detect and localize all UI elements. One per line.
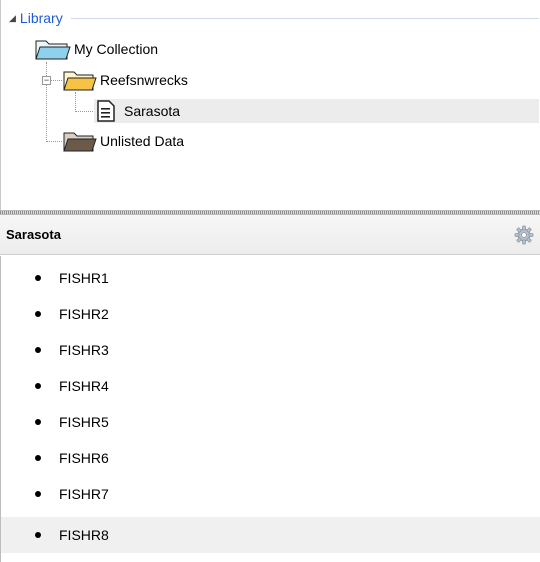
bullet-icon [35, 455, 41, 461]
list-item-label: FISHR1 [59, 270, 109, 286]
tree-item-label: My Collection [74, 41, 159, 57]
tree-item-reefsnwrecks[interactable]: Reefsnwrecks [63, 69, 188, 91]
list-item[interactable]: FISHR3 [1, 332, 540, 368]
bullet-icon [35, 419, 41, 425]
bullet-icon [35, 383, 41, 389]
details-header: Sarasota [0, 215, 540, 255]
list-item[interactable]: FISHR2 [1, 296, 540, 332]
list-item[interactable]: FISHR1 [1, 260, 540, 296]
tree-line [75, 111, 93, 112]
tree-item-unlisted-data[interactable]: Unlisted Data [63, 130, 184, 152]
list-item[interactable]: FISHR7 [1, 476, 540, 512]
gear-icon[interactable] [514, 225, 534, 245]
list-item-label: FISHR2 [59, 306, 109, 322]
list-item-label: FISHR4 [59, 378, 109, 394]
list-item[interactable]: FISHR4 [1, 368, 540, 404]
list-item-label: FISHR5 [59, 414, 109, 430]
bullet-icon [35, 347, 41, 353]
library-divider [70, 17, 539, 19]
list-item-label: FISHR6 [59, 450, 109, 466]
tree-line [46, 62, 47, 142]
tree-item-label: Reefsnwrecks [100, 72, 188, 88]
tree-item-sarasota[interactable]: Sarasota [96, 100, 180, 122]
tree-item-label: Sarasota [124, 103, 181, 119]
document-icon [97, 100, 115, 122]
list-item[interactable]: FISHR8 [1, 517, 540, 553]
bullet-icon [35, 275, 41, 281]
library-label: Library [19, 10, 63, 26]
collapse-expander-icon[interactable]: − [42, 76, 51, 85]
list-item[interactable]: FISHR5 [1, 404, 540, 440]
library-header[interactable]: ◢ Library [9, 10, 539, 26]
open-folder-dark-icon [63, 132, 97, 152]
tree-line [75, 92, 76, 112]
library-tree-panel: ◢ Library − My Collection Reefsnwrecks S… [0, 0, 540, 210]
tree-line [46, 141, 62, 142]
open-folder-yellow-icon [63, 71, 97, 91]
list-item[interactable]: FISHR6 [1, 440, 540, 476]
variable-list: FISHR1 FISHR2 FISHR3 FISHR4 FISHR5 FISHR… [0, 256, 540, 562]
bullet-icon [35, 491, 41, 497]
bullet-icon [35, 532, 41, 538]
list-item-label: FISHR3 [59, 342, 109, 358]
list-item-label: FISHR8 [59, 527, 109, 543]
collapse-arrow-icon[interactable]: ◢ [9, 13, 16, 24]
open-folder-blue-icon [35, 40, 71, 60]
list-item-label: FISHR7 [59, 486, 109, 502]
bullet-icon [35, 311, 41, 317]
tree-item-label: Unlisted Data [100, 133, 185, 149]
tree-item-my-collection[interactable]: My Collection [35, 38, 158, 60]
details-title: Sarasota [6, 227, 61, 242]
